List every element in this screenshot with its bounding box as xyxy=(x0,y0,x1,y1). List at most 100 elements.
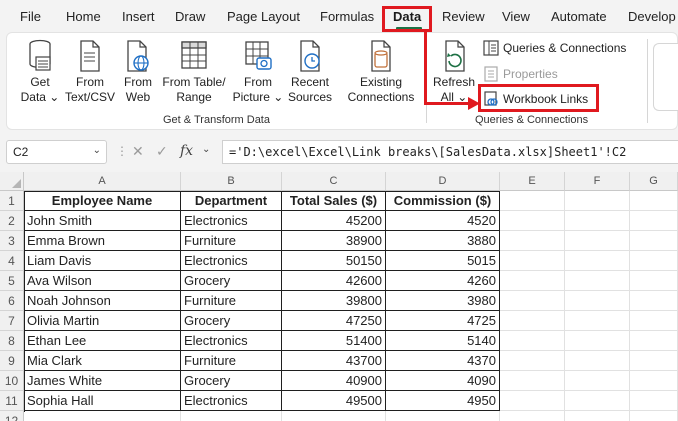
table-cell[interactable]: Liam Davis xyxy=(24,251,181,271)
table-cell[interactable]: 3980 xyxy=(386,291,500,311)
row-header-11[interactable]: 11 xyxy=(0,391,24,411)
table-cell[interactable]: Electronics xyxy=(181,391,282,411)
get-data-button[interactable]: Get Data ⌄ xyxy=(17,39,63,105)
table-cell[interactable]: Mia Clark xyxy=(24,351,181,371)
header-cell[interactable]: Commission ($) xyxy=(386,191,500,211)
tab-formulas[interactable]: Formulas xyxy=(320,9,374,24)
tab-insert[interactable]: Insert xyxy=(122,9,155,24)
table-cell[interactable]: 5140 xyxy=(386,331,500,351)
empty-cell[interactable] xyxy=(630,291,678,311)
existing-connections-button[interactable]: Existing Connections xyxy=(345,39,417,105)
insert-function-icon[interactable]: fx xyxy=(180,143,193,159)
empty-cell[interactable] xyxy=(500,251,565,271)
empty-cell[interactable] xyxy=(630,391,678,411)
table-cell[interactable]: Electronics xyxy=(181,211,282,231)
empty-cell[interactable] xyxy=(500,191,565,211)
column-header-e[interactable]: E xyxy=(500,172,565,191)
from-table-range-button[interactable]: From Table/ Range xyxy=(161,39,227,105)
chevron-down-icon[interactable]: ⌄ xyxy=(93,145,101,156)
tab-review[interactable]: Review xyxy=(442,9,485,24)
empty-cell[interactable] xyxy=(565,371,630,391)
row-header-10[interactable]: 10 xyxy=(0,371,24,391)
tab-home[interactable]: Home xyxy=(66,9,101,24)
table-cell[interactable]: 4260 xyxy=(386,271,500,291)
tab-automate[interactable]: Automate xyxy=(551,9,607,24)
table-cell[interactable]: Noah Johnson xyxy=(24,291,181,311)
table-cell[interactable]: Electronics xyxy=(181,251,282,271)
empty-cell[interactable] xyxy=(500,211,565,231)
refresh-all-button[interactable]: Refresh All ⌄ xyxy=(431,39,477,105)
table-cell[interactable]: Sophia Hall xyxy=(24,391,181,411)
empty-cell[interactable] xyxy=(565,251,630,271)
table-cell[interactable]: Furniture xyxy=(181,231,282,251)
empty-cell[interactable] xyxy=(630,331,678,351)
table-cell[interactable]: 50150 xyxy=(282,251,386,271)
empty-cell[interactable] xyxy=(565,271,630,291)
tab-page-layout[interactable]: Page Layout xyxy=(227,9,300,24)
table-cell[interactable]: Electronics xyxy=(181,331,282,351)
empty-cell[interactable] xyxy=(630,251,678,271)
fx-chevron-icon[interactable]: ⌄ xyxy=(202,144,210,155)
empty-cell[interactable] xyxy=(500,311,565,331)
row-header-9[interactable]: 9 xyxy=(0,351,24,371)
empty-cell[interactable] xyxy=(630,311,678,331)
table-cell[interactable]: 42600 xyxy=(282,271,386,291)
formula-input[interactable]: ='D:\excel\Excel\Link breaks\[SalesData.… xyxy=(222,140,678,164)
tab-developer[interactable]: Develop xyxy=(628,9,676,24)
table-cell[interactable]: 3880 xyxy=(386,231,500,251)
name-box[interactable]: C2 ⌄ xyxy=(6,140,107,164)
properties-button[interactable]: Properties xyxy=(483,65,583,83)
table-cell[interactable]: Ethan Lee xyxy=(24,331,181,351)
empty-cell[interactable] xyxy=(500,331,565,351)
table-cell[interactable]: Grocery xyxy=(181,371,282,391)
empty-cell[interactable] xyxy=(500,391,565,411)
header-cell[interactable]: Total Sales ($) xyxy=(282,191,386,211)
table-cell[interactable]: 4520 xyxy=(386,211,500,231)
empty-cell[interactable] xyxy=(500,271,565,291)
table-cell[interactable]: Furniture xyxy=(181,291,282,311)
empty-cell[interactable] xyxy=(630,351,678,371)
enter-icon[interactable]: ✓ xyxy=(156,143,168,160)
from-picture-button[interactable]: From Picture ⌄ xyxy=(229,39,287,105)
recent-sources-button[interactable]: Recent Sources xyxy=(287,39,333,105)
select-all-corner[interactable] xyxy=(0,172,24,191)
table-cell[interactable]: 38900 xyxy=(282,231,386,251)
table-cell[interactable]: Grocery xyxy=(181,271,282,291)
empty-cell[interactable] xyxy=(386,411,500,421)
from-web-button[interactable]: From Web xyxy=(117,39,159,105)
drag-handle-icon[interactable]: ⋮ xyxy=(116,144,128,158)
row-header-2[interactable]: 2 xyxy=(0,211,24,231)
table-cell[interactable]: 5015 xyxy=(386,251,500,271)
empty-cell[interactable] xyxy=(630,211,678,231)
table-cell[interactable]: Furniture xyxy=(181,351,282,371)
tab-view[interactable]: View xyxy=(502,9,530,24)
column-header-c[interactable]: C xyxy=(282,172,386,191)
empty-cell[interactable] xyxy=(565,331,630,351)
empty-cell[interactable] xyxy=(181,411,282,421)
table-cell[interactable]: 40900 xyxy=(282,371,386,391)
table-cell[interactable]: 39800 xyxy=(282,291,386,311)
table-cell[interactable]: Grocery xyxy=(181,311,282,331)
table-cell[interactable]: Emma Brown xyxy=(24,231,181,251)
empty-cell[interactable] xyxy=(630,371,678,391)
row-header-4[interactable]: 4 xyxy=(0,251,24,271)
row-header-5[interactable]: 5 xyxy=(0,271,24,291)
header-cell[interactable]: Employee Name xyxy=(24,191,181,211)
table-cell[interactable]: Olivia Martin xyxy=(24,311,181,331)
tab-file[interactable]: File xyxy=(20,9,41,24)
empty-cell[interactable] xyxy=(565,211,630,231)
empty-cell[interactable] xyxy=(500,351,565,371)
row-header-12[interactable]: 12 xyxy=(0,411,24,421)
row-header-8[interactable]: 8 xyxy=(0,331,24,351)
column-header-b[interactable]: B xyxy=(181,172,282,191)
header-cell[interactable]: Department xyxy=(181,191,282,211)
row-header-6[interactable]: 6 xyxy=(0,291,24,311)
empty-cell[interactable] xyxy=(565,191,630,211)
empty-cell[interactable] xyxy=(565,291,630,311)
table-cell[interactable]: 47250 xyxy=(282,311,386,331)
empty-cell[interactable] xyxy=(565,231,630,251)
empty-cell[interactable] xyxy=(565,311,630,331)
table-cell[interactable]: 4725 xyxy=(386,311,500,331)
empty-cell[interactable] xyxy=(565,391,630,411)
empty-cell[interactable] xyxy=(24,411,181,421)
